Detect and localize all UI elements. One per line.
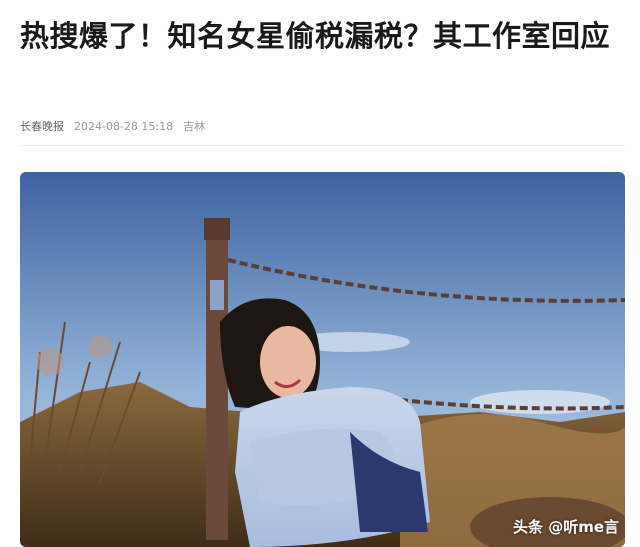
article-location: 吉林 [183, 120, 206, 133]
post-band [210, 280, 224, 310]
article-photo[interactable]: 头条 @听me言 [20, 172, 625, 547]
fence-post [206, 220, 228, 540]
meta-divider [20, 145, 625, 146]
cloud [470, 390, 610, 414]
blossom [36, 348, 64, 376]
photo-watermark: 头条 @听me言 [512, 518, 619, 536]
article-source[interactable]: 长春晚报 [20, 118, 64, 134]
article-page: 热搜爆了！知名女星偷税漏税？其工作室回应 长春晚报 2024-08-28 15:… [0, 0, 640, 547]
blossom [88, 335, 112, 359]
article-datetime: 2024-08-28 15:18 [74, 119, 174, 133]
article-meta: 长春晚报 2024-08-28 15:18 吉林 [20, 118, 205, 134]
photo-illustration [20, 172, 625, 547]
article-title: 热搜爆了！知名女星偷税漏税？其工作室回应 [20, 19, 611, 53]
fence-post-cap [204, 218, 230, 240]
